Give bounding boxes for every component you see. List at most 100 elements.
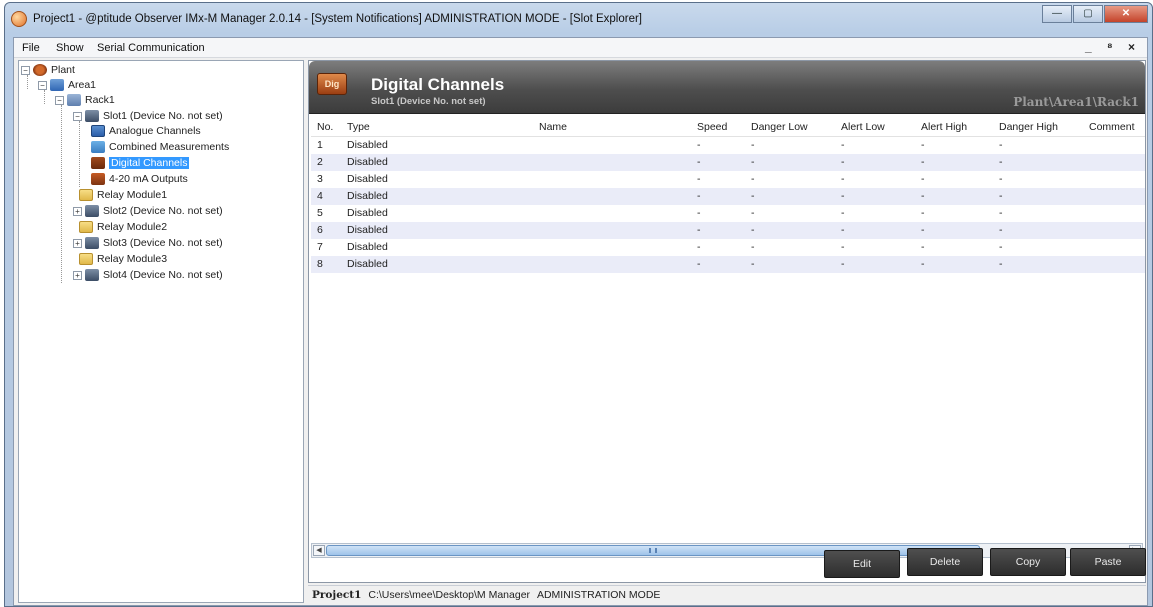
tree-node-slot2[interactable]: + Slot2 (Device No. not set): [73, 204, 223, 218]
table-body: 1 Disabled - - - - - 2 Disabled - - - - - 3 Disabled - - -…: [311, 137, 1145, 273]
cell-danger-low: -: [751, 173, 755, 185]
cell-type: Disabled: [347, 173, 388, 185]
tree-node-area1[interactable]: − Area1: [38, 78, 96, 92]
channels-table[interactable]: No. Type Name Speed Danger Low Alert Low…: [311, 117, 1145, 273]
mdi-window-controls[interactable]: _ ⁸ ×: [1085, 40, 1141, 54]
column-header-name[interactable]: Name: [539, 121, 567, 133]
menu-bar: File Show Serial Communication _ ⁸ ×: [14, 38, 1147, 58]
collapse-icon[interactable]: −: [55, 95, 64, 105]
menu-serial-communication[interactable]: Serial Communication: [97, 42, 205, 54]
tree-line: [44, 90, 45, 104]
rack-icon: [67, 94, 81, 106]
table-row[interactable]: 3 Disabled - - - - -: [311, 171, 1145, 188]
cell-no: 1: [317, 139, 323, 151]
cell-type: Disabled: [347, 207, 388, 219]
tree-node-relay-module2[interactable]: Relay Module2: [79, 220, 167, 234]
relay-module-icon: [79, 221, 93, 233]
slot-explorer-tree[interactable]: − Plant − Area1 − Rack1 − Slot1 (Device …: [18, 60, 304, 603]
collapse-icon[interactable]: −: [21, 65, 30, 75]
expand-icon[interactable]: +: [73, 206, 82, 216]
column-header-alert-low[interactable]: Alert Low: [841, 121, 885, 133]
tree-node-4-20ma-outputs[interactable]: 4-20 mA Outputs: [91, 172, 188, 186]
cell-alert-low: -: [841, 241, 845, 253]
status-mode: ADMINISTRATION MODE: [536, 589, 661, 601]
cell-alert-high: -: [921, 139, 925, 151]
cell-danger-low: -: [751, 241, 755, 253]
cell-type: Disabled: [347, 258, 388, 270]
copy-button[interactable]: Copy: [990, 548, 1066, 576]
tree-label: Relay Module1: [97, 189, 168, 201]
tree-node-relay-module3[interactable]: Relay Module3: [79, 252, 167, 266]
tree-label: Plant: [51, 64, 75, 76]
edit-button[interactable]: Edit: [824, 550, 900, 578]
digital-channels-panel: Dig Digital Channels Slot1 (Device No. n…: [308, 60, 1146, 583]
column-header-danger-low[interactable]: Danger Low: [751, 121, 808, 133]
table-row[interactable]: 4 Disabled - - - - -: [311, 188, 1145, 205]
table-row[interactable]: 7 Disabled - - - - -: [311, 239, 1145, 256]
tree-node-relay-module1[interactable]: Relay Module1: [79, 188, 167, 202]
tree-label: Slot3 (Device No. not set): [103, 237, 223, 249]
tree-label: 4-20 mA Outputs: [109, 173, 188, 185]
maximize-button[interactable]: ▢: [1073, 5, 1103, 23]
expand-icon[interactable]: +: [73, 270, 82, 280]
tree-node-slot1[interactable]: − Slot1 (Device No. not set): [73, 109, 223, 123]
column-header-type[interactable]: Type: [347, 121, 370, 133]
close-button[interactable]: ✕: [1104, 5, 1148, 23]
collapse-icon[interactable]: −: [38, 80, 47, 90]
cell-speed: -: [697, 173, 701, 185]
table-row[interactable]: 2 Disabled - - - - -: [311, 154, 1145, 171]
tree-node-combined-measurements[interactable]: Combined Measurements: [91, 140, 229, 154]
cell-alert-low: -: [841, 190, 845, 202]
combined-measurements-icon: [91, 141, 105, 153]
tree-label-selected: Digital Channels: [109, 157, 190, 169]
tree-label: Relay Module2: [97, 221, 168, 233]
cell-no: 6: [317, 224, 323, 236]
table-row[interactable]: 1 Disabled - - - - -: [311, 137, 1145, 154]
column-header-alert-high[interactable]: Alert High: [921, 121, 967, 133]
cell-speed: -: [697, 224, 701, 236]
minimize-button[interactable]: —: [1042, 5, 1072, 23]
cell-alert-low: -: [841, 139, 845, 151]
scroll-left-icon[interactable]: ◀: [313, 545, 325, 556]
digital-channels-logo-icon: Dig: [317, 73, 347, 95]
plant-icon: [33, 64, 47, 76]
cell-no: 8: [317, 258, 323, 270]
cell-danger-high: -: [999, 224, 1003, 236]
tree-node-slot3[interactable]: + Slot3 (Device No. not set): [73, 236, 223, 250]
tree-label: Slot4 (Device No. not set): [103, 269, 223, 281]
tree-node-digital-channels[interactable]: Digital Channels: [91, 156, 190, 170]
table-header: No. Type Name Speed Danger Low Alert Low…: [311, 117, 1145, 137]
table-row[interactable]: 6 Disabled - - - - -: [311, 222, 1145, 239]
tree-node-plant[interactable]: − Plant: [21, 63, 75, 77]
app-icon[interactable]: [11, 11, 27, 27]
table-row[interactable]: 5 Disabled - - - - -: [311, 205, 1145, 222]
cell-danger-high: -: [999, 190, 1003, 202]
paste-button[interactable]: Paste: [1070, 548, 1146, 576]
panel-header: Dig Digital Channels Slot1 (Device No. n…: [309, 61, 1145, 114]
cell-danger-high: -: [999, 139, 1003, 151]
title-bar[interactable]: Project1 - @ptitude Observer IMx-M Manag…: [5, 3, 1152, 35]
column-header-no[interactable]: No.: [317, 121, 333, 133]
column-header-speed[interactable]: Speed: [697, 121, 727, 133]
column-header-danger-high[interactable]: Danger High: [999, 121, 1058, 133]
tree-line: [61, 105, 62, 283]
menu-file[interactable]: File: [22, 42, 40, 54]
cell-danger-low: -: [751, 224, 755, 236]
column-header-comment[interactable]: Comment: [1089, 121, 1135, 133]
delete-button[interactable]: Delete: [907, 548, 983, 576]
tree-line: [79, 121, 80, 187]
tree-node-slot4[interactable]: + Slot4 (Device No. not set): [73, 268, 223, 282]
tree-node-analogue-channels[interactable]: Analogue Channels: [91, 124, 201, 138]
expand-icon[interactable]: +: [73, 238, 82, 248]
cell-type: Disabled: [347, 224, 388, 236]
table-row[interactable]: 8 Disabled - - - - -: [311, 256, 1145, 273]
cell-type: Disabled: [347, 241, 388, 253]
cell-danger-high: -: [999, 258, 1003, 270]
cell-danger-low: -: [751, 258, 755, 270]
tree-node-rack1[interactable]: − Rack1: [55, 93, 115, 107]
collapse-icon[interactable]: −: [73, 111, 82, 121]
menu-show[interactable]: Show: [56, 42, 84, 54]
tree-line: [27, 75, 28, 89]
status-path: C:\Users\mee\Desktop\M Manager: [368, 589, 531, 601]
cell-alert-high: -: [921, 173, 925, 185]
